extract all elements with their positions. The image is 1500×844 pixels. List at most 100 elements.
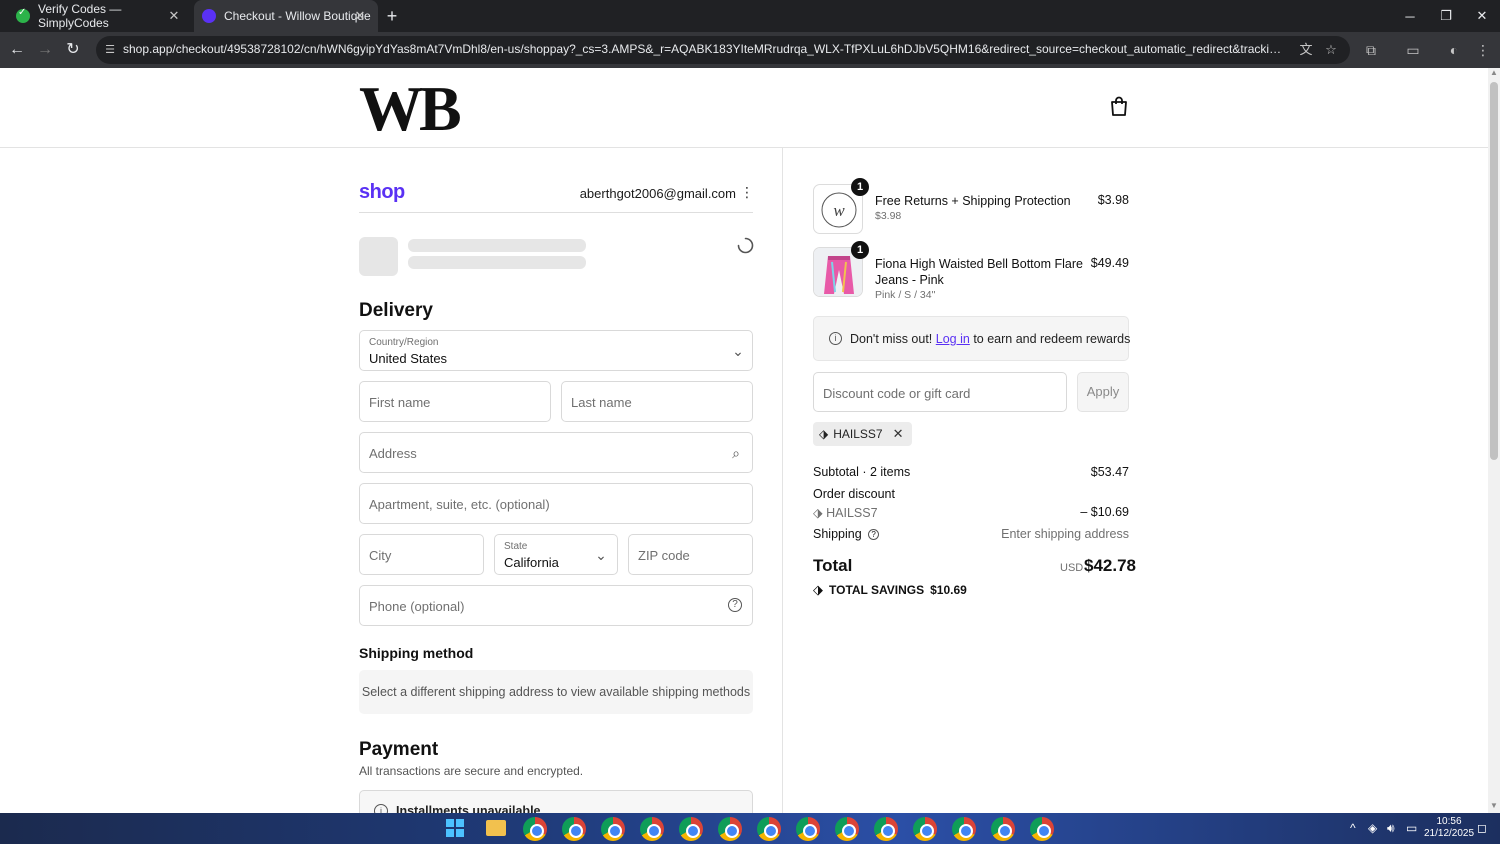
discount-code-input[interactable]: Discount code or gift card xyxy=(813,372,1067,412)
order-discount-row: Order discount xyxy=(813,487,1129,501)
chevron-down-icon: ⌄ xyxy=(595,547,607,563)
discount-code-label: HAILSS7 xyxy=(826,506,878,520)
last-name-placeholder: Last name xyxy=(571,395,632,410)
help-question-icon[interactable]: ? xyxy=(728,598,742,612)
rewards-prefix: Don't miss out! xyxy=(850,332,933,346)
browser-tabstrip: Verify Codes — SimplyCodes ✕ Checkout - … xyxy=(0,0,1500,32)
url-text[interactable]: shop.app/checkout/49538728102/cn/hWN6gyi… xyxy=(123,42,1287,56)
tab-simplycodes[interactable]: Verify Codes — SimplyCodes ✕ xyxy=(8,0,192,32)
close-tab-icon[interactable]: ✕ xyxy=(352,8,368,24)
payment-subtext: All transactions are secure and encrypte… xyxy=(359,764,584,778)
order-line-item: w 1 Free Returns + Shipping Protection $… xyxy=(813,178,1129,240)
browser-toolbar: ← → ↻ ☰ shop.app/checkout/49538728102/cn… xyxy=(0,32,1500,68)
taskbar-clock[interactable]: 10:56 21/12/2025 xyxy=(1424,816,1474,840)
discount-placeholder: Discount code or gift card xyxy=(823,386,971,401)
page-scrollbar[interactable]: ▲ ▼ xyxy=(1488,68,1500,813)
address-bar[interactable]: ☰ shop.app/checkout/49538728102/cn/hWN6g… xyxy=(96,36,1350,64)
menu-kebab-icon[interactable]: ⋮ xyxy=(1473,40,1493,60)
subtotal-label: Subtotal · 2 items xyxy=(813,465,911,479)
svg-text:w: w xyxy=(833,201,845,220)
scroll-up-arrow-icon[interactable]: ▲ xyxy=(1488,68,1500,80)
chevron-down-icon: ⌄ xyxy=(732,343,744,359)
first-name-field[interactable]: First name xyxy=(359,381,551,422)
volume-icon[interactable]: 🔊︎ xyxy=(1387,821,1395,836)
simplycodes-favicon-icon xyxy=(16,7,30,23)
last-name-field[interactable]: Last name xyxy=(561,381,753,422)
rewards-text: Don't miss out! Log in to earn and redee… xyxy=(850,332,1130,346)
forward-arrow-icon[interactable]: → xyxy=(35,40,55,60)
close-window-icon[interactable]: ✕ xyxy=(1464,0,1500,32)
chrome-icon[interactable] xyxy=(640,817,664,841)
chrome-icon[interactable] xyxy=(991,817,1015,841)
help-question-icon[interactable]: ? xyxy=(868,529,880,540)
restore-icon[interactable]: ❐ xyxy=(1428,0,1464,32)
file-explorer-icon[interactable] xyxy=(486,820,506,836)
loading-skeleton-line xyxy=(408,239,586,252)
notifications-icon[interactable]: ◻ xyxy=(1477,821,1487,835)
chrome-icon[interactable] xyxy=(952,817,976,841)
address-placeholder: Address xyxy=(369,446,417,461)
remove-discount-icon[interactable]: ✕ xyxy=(893,426,904,442)
installments-text: Installments unavailable xyxy=(396,804,541,813)
zip-field[interactable]: ZIP code xyxy=(628,534,753,575)
tray-chevron-up-icon[interactable]: ^ xyxy=(1350,821,1356,835)
search-icon[interactable]: ⌕ xyxy=(728,445,744,461)
apartment-field[interactable]: Apartment, suite, etc. (optional) xyxy=(359,483,753,524)
media-icon[interactable]: ▭ xyxy=(1403,40,1423,60)
profile-icon[interactable]: ◐ xyxy=(1444,40,1464,60)
chrome-icon[interactable] xyxy=(757,817,781,841)
reload-icon[interactable]: ↻ xyxy=(63,40,83,60)
close-tab-icon[interactable]: ✕ xyxy=(166,8,182,24)
state-label: State xyxy=(504,541,528,552)
site-info-icon[interactable]: ☰ xyxy=(102,42,118,58)
item-name: Free Returns + Shipping Protection xyxy=(875,194,1071,208)
loading-spinner-icon xyxy=(737,237,754,254)
shopping-bag-icon[interactable] xyxy=(1110,96,1128,116)
tab-title: Checkout - Willow Boutique xyxy=(224,9,371,23)
tag-icon: ⬗ xyxy=(813,506,823,520)
delivery-heading: Delivery xyxy=(359,300,433,321)
chrome-icon[interactable] xyxy=(874,817,898,841)
account-menu-kebab-icon[interactable]: ⋮ xyxy=(740,183,754,201)
applied-code: HAILSS7 xyxy=(833,427,883,441)
chrome-icon[interactable] xyxy=(796,817,820,841)
chrome-icon[interactable] xyxy=(718,817,742,841)
city-field[interactable]: City xyxy=(359,534,484,575)
chrome-icon[interactable] xyxy=(1030,817,1054,841)
network-icon[interactable]: ▭ xyxy=(1406,821,1417,835)
back-arrow-icon[interactable]: ← xyxy=(7,40,27,60)
security-tray-icon[interactable]: ◈ xyxy=(1368,821,1377,835)
chrome-icon[interactable] xyxy=(679,817,703,841)
chrome-icon[interactable] xyxy=(913,817,937,841)
chrome-icon[interactable] xyxy=(601,817,625,841)
loading-skeleton-avatar xyxy=(359,237,398,276)
chrome-icon[interactable] xyxy=(562,817,586,841)
minimize-icon[interactable]: ─ xyxy=(1392,0,1428,32)
translate-icon[interactable]: 文 xyxy=(1297,41,1315,59)
rewards-suffix: to earn and redeem rewards xyxy=(973,332,1131,346)
savings-label: TOTAL SAVINGS xyxy=(829,583,925,597)
city-placeholder: City xyxy=(369,548,392,563)
tab-checkout[interactable]: Checkout - Willow Boutique ✕ xyxy=(194,0,378,32)
apply-discount-button[interactable]: Apply xyxy=(1077,372,1129,412)
chrome-icon[interactable] xyxy=(523,817,547,841)
state-select[interactable]: State California ⌄ xyxy=(494,534,618,575)
windows-start-icon[interactable] xyxy=(446,819,464,837)
bookmark-star-icon[interactable]: ☆ xyxy=(1322,41,1340,59)
item-variant: Pink / S / 34" xyxy=(875,289,936,301)
page-viewport: WB shop aberthgot2006@gmail.com ⋮ Delive… xyxy=(0,68,1500,813)
scrollbar-thumb[interactable] xyxy=(1490,82,1498,460)
savings-value: $10.69 xyxy=(930,583,967,597)
phone-field[interactable]: Phone (optional) ? xyxy=(359,585,753,626)
country-select[interactable]: Country/Region United States ⌄ xyxy=(359,330,753,371)
item-name: Fiona High Waisted Bell Bottom Flare Jea… xyxy=(875,257,1083,287)
item-price: $3.98 xyxy=(1097,193,1129,207)
store-logo[interactable]: WB xyxy=(359,74,462,144)
shop-favicon-icon xyxy=(202,9,216,23)
chrome-icon[interactable] xyxy=(835,817,859,841)
new-tab-plus-icon[interactable]: + xyxy=(382,6,402,26)
scroll-down-arrow-icon[interactable]: ▼ xyxy=(1488,801,1500,813)
extensions-icon[interactable]: ⧉ xyxy=(1361,40,1381,60)
log-in-link[interactable]: Log in xyxy=(936,332,970,346)
address-field[interactable]: Address ⌕ xyxy=(359,432,753,473)
